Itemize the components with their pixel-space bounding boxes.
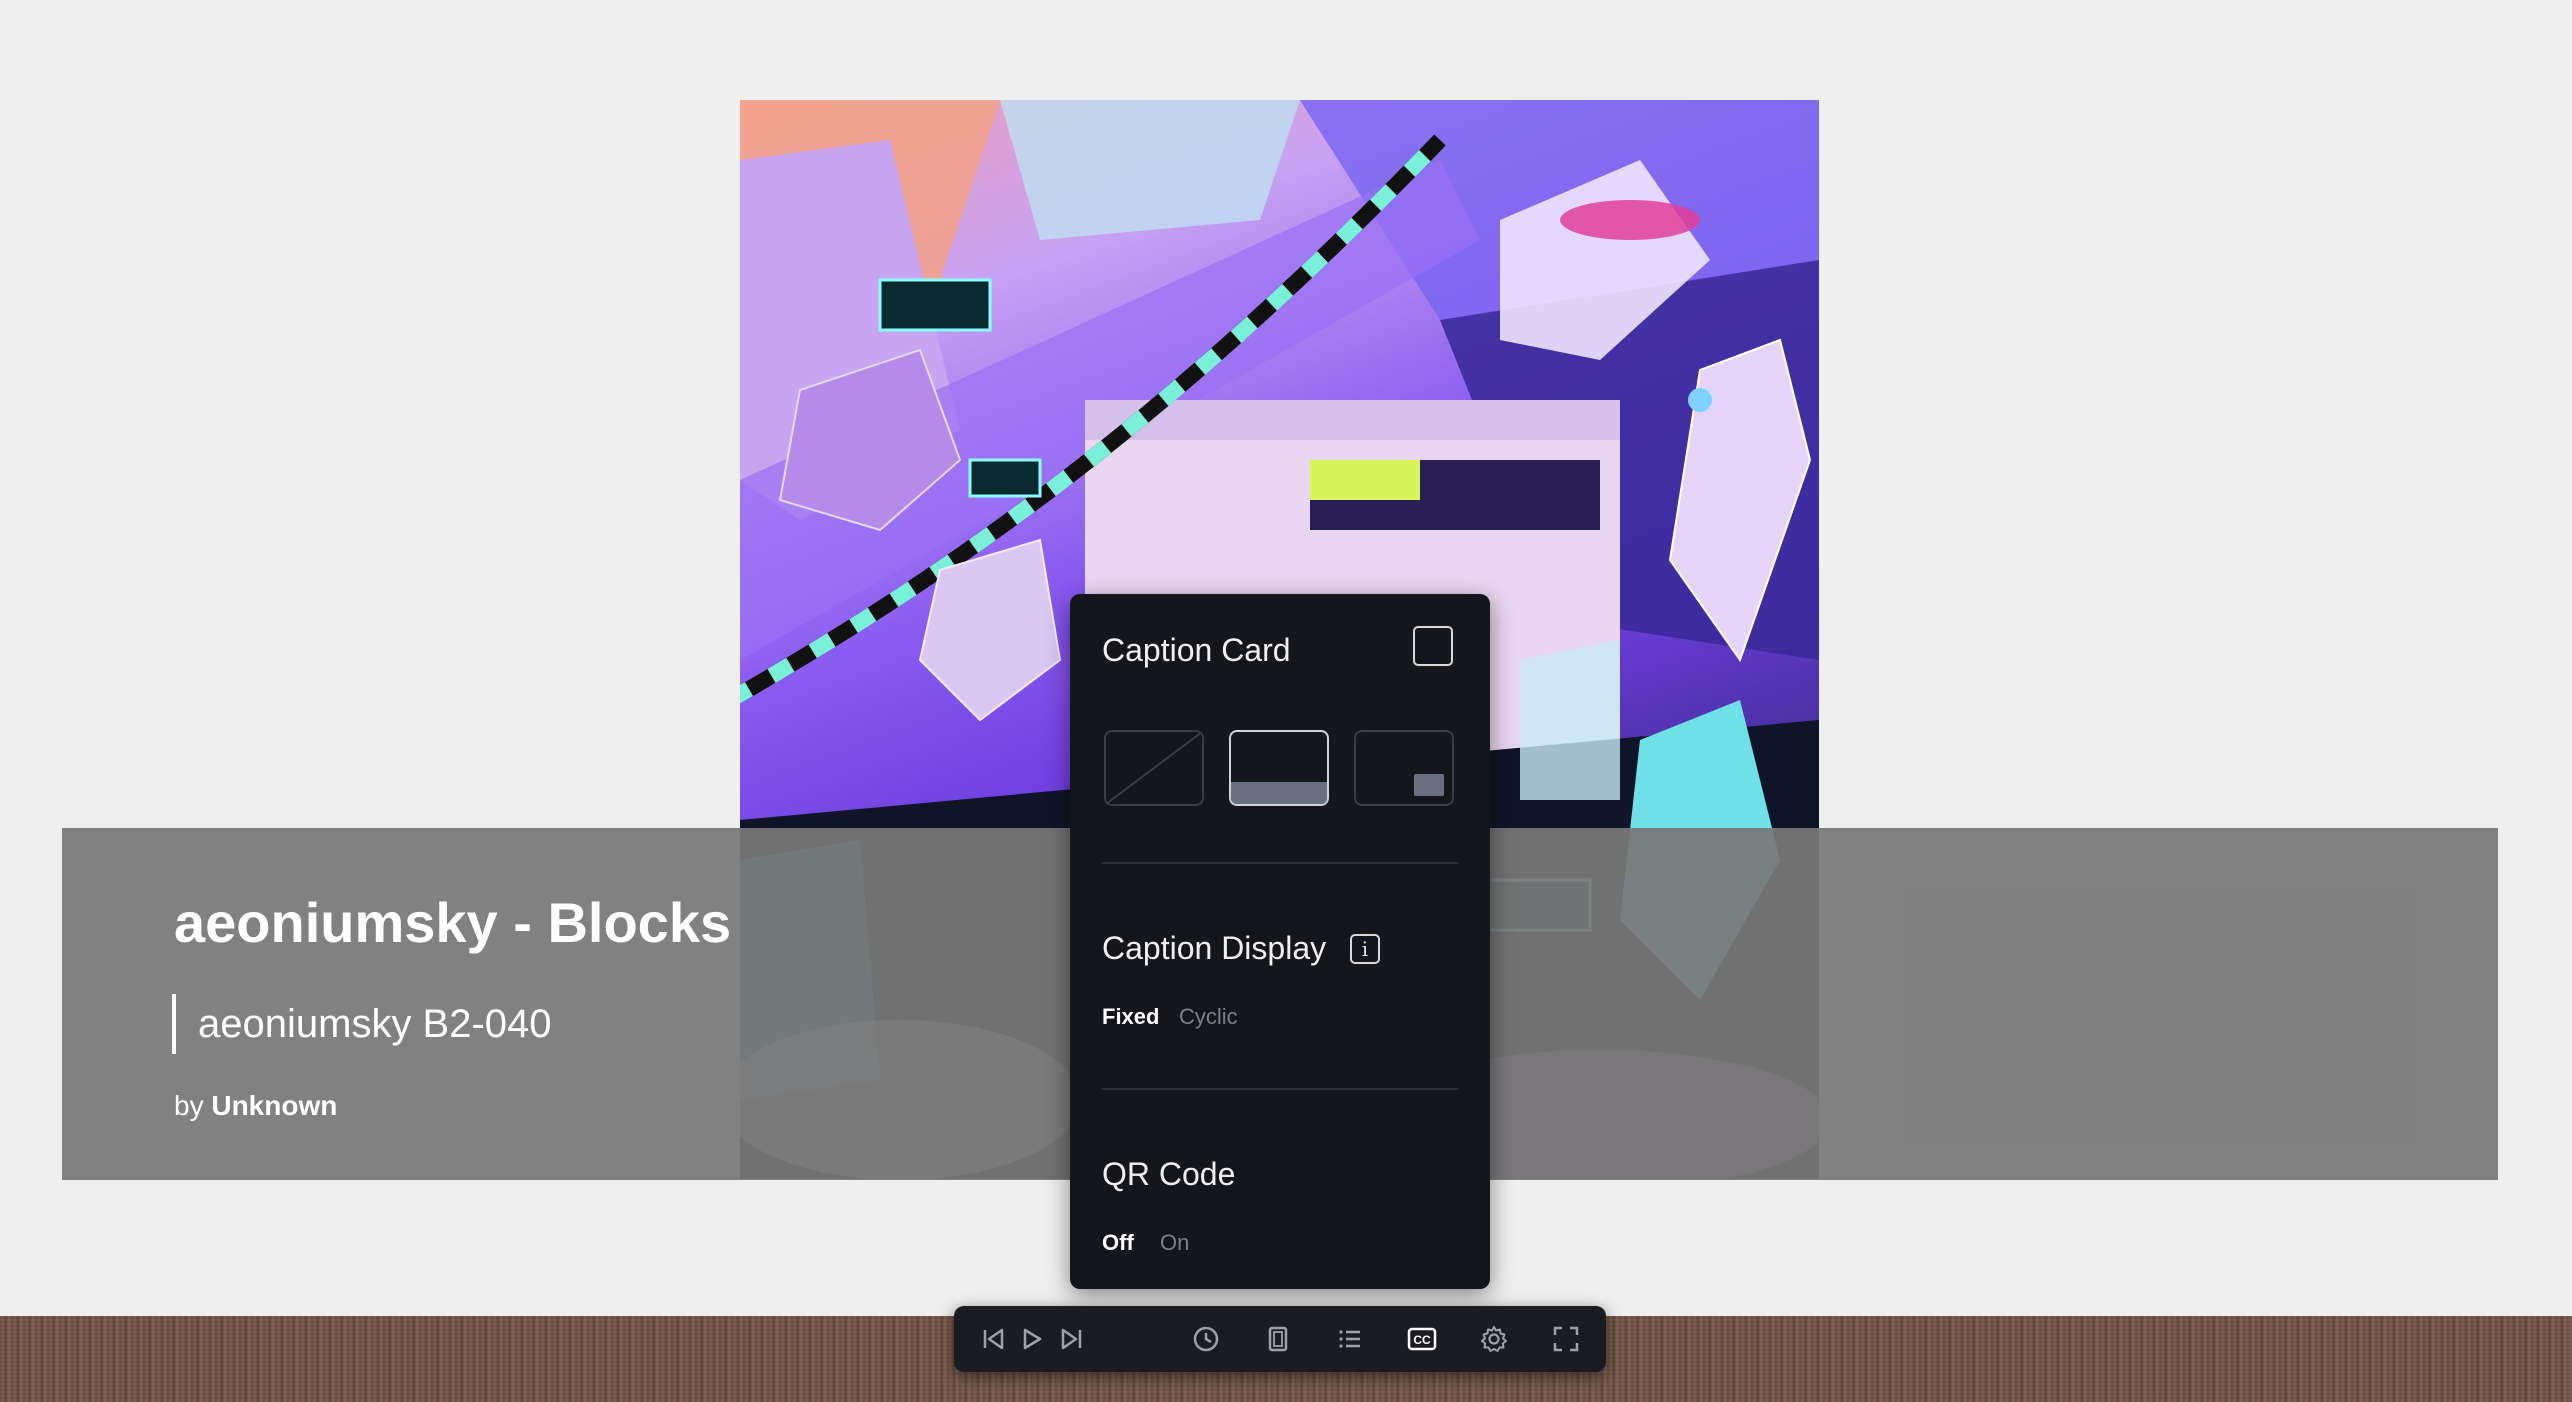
corner-card-preview-icon (1414, 774, 1444, 796)
frame-button[interactable] (1261, 1322, 1295, 1356)
layout-corner-card-option[interactable] (1354, 730, 1454, 806)
divider (1102, 1088, 1458, 1090)
caption-display-fixed-option[interactable]: Fixed (1102, 1004, 1159, 1030)
caption-byline: by Unknown (174, 1090, 337, 1122)
clock-button[interactable] (1189, 1322, 1223, 1356)
gear-icon (1481, 1326, 1507, 1352)
skip-previous-icon (983, 1328, 1004, 1350)
divider (1102, 862, 1458, 864)
skip-next-button[interactable] (1055, 1322, 1089, 1356)
play-icon (1023, 1328, 1042, 1350)
qr-code-label: QR Code (1102, 1156, 1236, 1192)
layout-none-option[interactable] (1104, 730, 1204, 806)
caption-subtitle: aeoniumsky B2-040 (198, 1002, 552, 1046)
settings-button[interactable] (1477, 1322, 1511, 1356)
qr-code-off-option[interactable]: Off (1102, 1230, 1134, 1256)
info-icon[interactable]: i (1350, 934, 1380, 964)
qr-code-on-option[interactable]: On (1160, 1230, 1189, 1256)
cc-text: CC (1413, 1333, 1431, 1347)
caption-settings-panel: Caption Card Caption Display i Fixed Cyc… (1070, 594, 1490, 1289)
caption-display-label: Caption Display (1102, 930, 1327, 966)
layout-bottom-band-option[interactable] (1229, 730, 1329, 806)
fullscreen-button[interactable] (1549, 1322, 1583, 1356)
clock-icon (1193, 1326, 1219, 1352)
playlist-button[interactable] (1333, 1322, 1367, 1356)
skip-previous-button[interactable] (976, 1322, 1010, 1356)
caption-subtitle-bar (172, 994, 176, 1054)
captions-button[interactable]: CC (1405, 1322, 1439, 1356)
caption-title: aeoniumsky - Blocks (174, 891, 732, 954)
caption-card-label: Caption Card (1102, 632, 1291, 668)
play-button[interactable] (1015, 1322, 1049, 1356)
caption-card-checkbox[interactable] (1413, 626, 1453, 666)
band-preview-icon (1231, 782, 1327, 804)
skip-next-icon (1061, 1328, 1082, 1350)
caption-display-cyclic-option[interactable]: Cyclic (1179, 1004, 1238, 1030)
playback-toolbar: CC (954, 1306, 1606, 1372)
fullscreen-icon (1553, 1326, 1579, 1352)
caption-by-prefix: by (174, 1090, 204, 1121)
list-icon (1339, 1330, 1360, 1348)
frame-icon (1268, 1326, 1288, 1352)
caption-artist: Unknown (211, 1090, 338, 1121)
diagonal-line-icon (1106, 732, 1202, 804)
cc-icon: CC (1407, 1327, 1437, 1351)
